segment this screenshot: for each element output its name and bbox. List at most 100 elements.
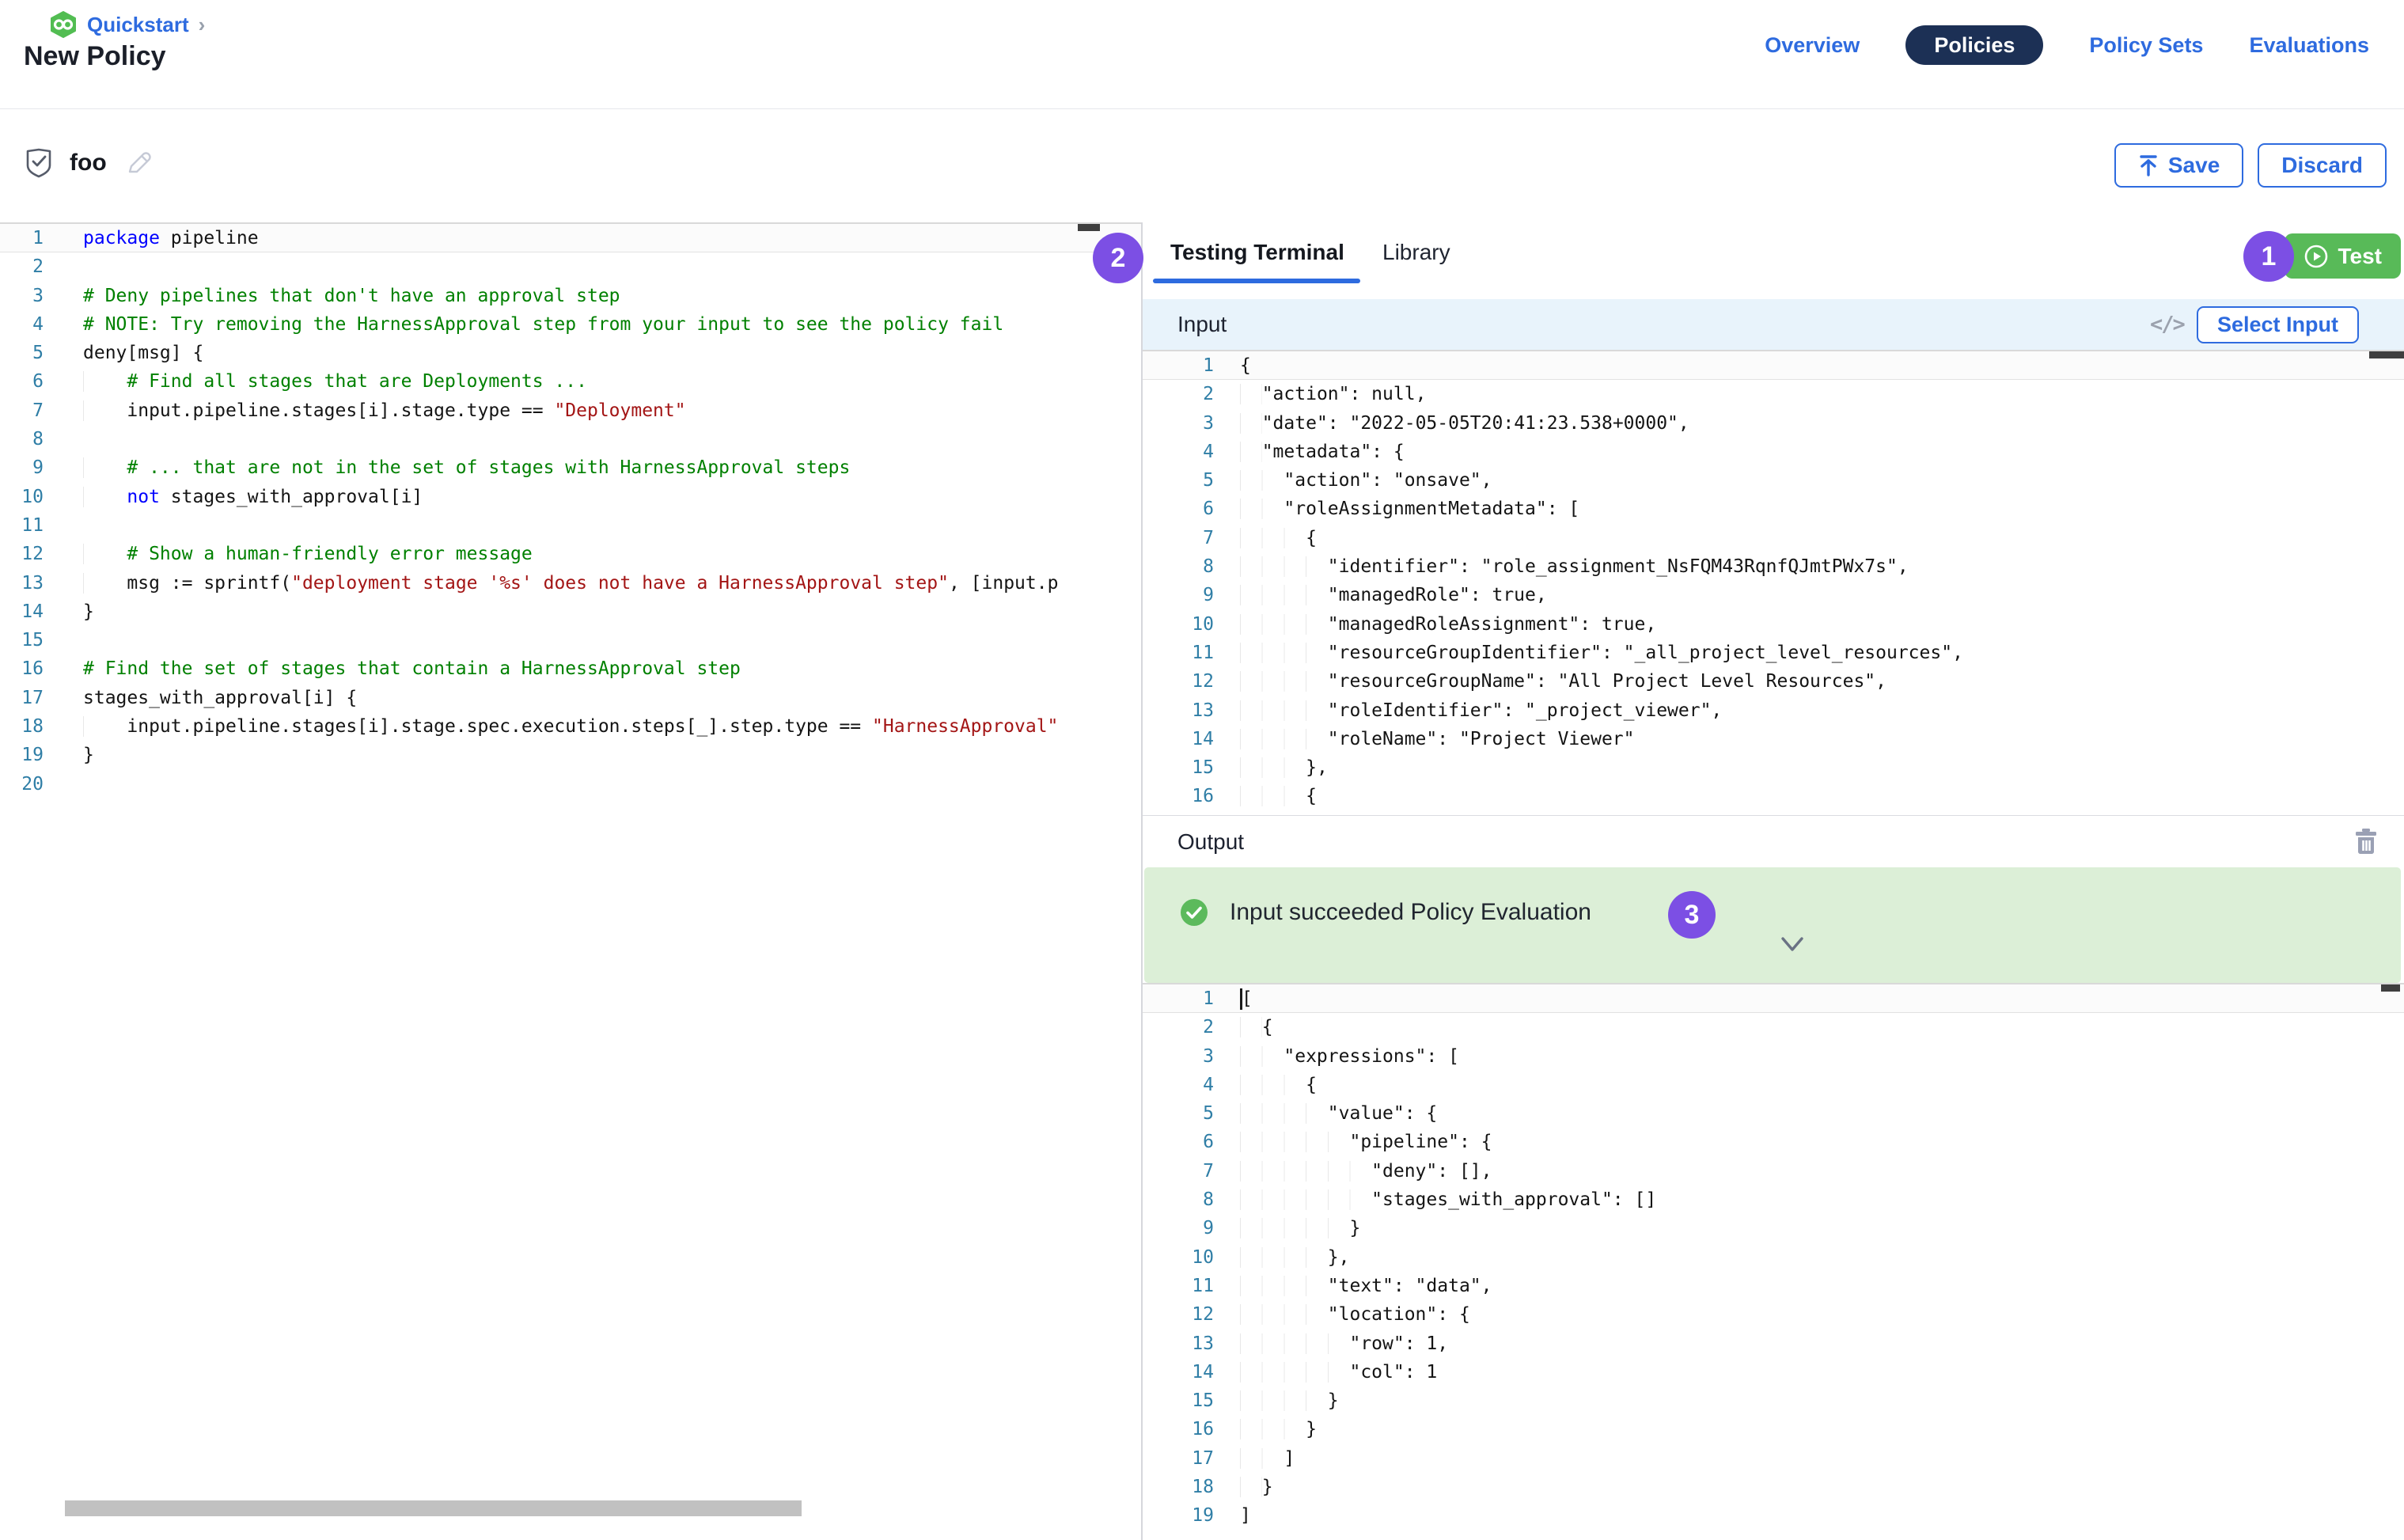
line-number: 4	[0, 310, 44, 339]
code-line[interactable]: 12 "resourceGroupName": "All Project Lev…	[1143, 667, 2404, 696]
code-line[interactable]: 1[	[1143, 984, 2404, 1013]
code-line[interactable]: 9 }	[1143, 1214, 2404, 1242]
code-line[interactable]: 8 "identifier": "role_assignment_NsFQM43…	[1143, 552, 2404, 581]
code-line[interactable]: 18 input.pipeline.stages[i].stage.spec.e…	[0, 712, 1141, 741]
code-line[interactable]: 6 "roleAssignmentMetadata": [	[1143, 495, 2404, 523]
code-line[interactable]: 19}	[0, 741, 1141, 769]
code-line[interactable]: 8	[0, 425, 1141, 453]
save-button[interactable]: Save	[2114, 143, 2243, 188]
code-text: },	[1214, 1243, 2404, 1272]
code-line[interactable]: 15 }	[1143, 1386, 2404, 1415]
code-line[interactable]: 7 input.pipeline.stages[i].stage.type ==…	[0, 396, 1141, 425]
discard-button[interactable]: Discard	[2258, 143, 2387, 188]
nav-tab-policies[interactable]: Policies	[1905, 25, 2043, 65]
tab-library[interactable]: Library	[1382, 240, 1450, 265]
code-line[interactable]: 17 ]	[1143, 1444, 2404, 1473]
code-text: }	[1214, 1415, 2404, 1443]
code-line[interactable]: 1{	[1143, 351, 2404, 380]
code-line[interactable]: 10 not stages_with_approval[i]	[0, 483, 1141, 511]
code-line[interactable]: 13 "row": 1,	[1143, 1329, 2404, 1358]
indent-guides	[1240, 1448, 1284, 1469]
line-number: 9	[0, 453, 44, 482]
breadcrumb-link-quickstart[interactable]: Quickstart	[87, 13, 189, 37]
code-text: }	[44, 741, 1141, 769]
output-scrollbar-thumb[interactable]	[2381, 984, 2400, 992]
nav-tab-policy-sets[interactable]: Policy Sets	[2089, 33, 2203, 58]
code-line[interactable]: 5 "value": {	[1143, 1099, 2404, 1128]
test-button[interactable]: Test	[2285, 233, 2402, 279]
banner-message: Input succeeded Policy Evaluation	[1230, 899, 1591, 926]
output-json-editor[interactable]: 1[2 {3 "expressions": [4 {5 "value": {6 …	[1143, 983, 2404, 1540]
code-line[interactable]: 11 "text": "data",	[1143, 1272, 2404, 1300]
collapse-banner-button[interactable]	[1778, 935, 1807, 957]
code-line[interactable]: 10 },	[1143, 1243, 2404, 1272]
code-line[interactable]: 5 "action": "onsave",	[1143, 466, 2404, 495]
code-line[interactable]: 11 "resourceGroupIdentifier": "_all_proj…	[1143, 639, 2404, 667]
code-line[interactable]: 6 "pipeline": {	[1143, 1128, 2404, 1156]
indent-guides	[1240, 1247, 1328, 1268]
code-line[interactable]: 14 "roleName": "Project Viewer"	[1143, 725, 2404, 753]
code-line[interactable]: 3 "expressions": [	[1143, 1042, 2404, 1071]
code-text: {	[1214, 1013, 2404, 1041]
code-line[interactable]: 3 "date": "2022-05-05T20:41:23.538+0000"…	[1143, 409, 2404, 438]
line-number: 14	[1143, 725, 1214, 753]
code-text: # NOTE: Try removing the HarnessApproval…	[44, 310, 1141, 339]
line-number: 6	[1143, 495, 1214, 523]
code-line[interactable]: 12 # Show a human-friendly error message	[0, 540, 1141, 568]
check-circle-icon	[1180, 898, 1208, 927]
code-line[interactable]: 16 }	[1143, 1415, 2404, 1443]
input-scrollbar-thumb[interactable]	[2369, 351, 2404, 358]
nav-tab-evaluations[interactable]: Evaluations	[2249, 33, 2369, 58]
code-line[interactable]: 8 "stages_with_approval": []	[1143, 1185, 2404, 1214]
code-line[interactable]: 4 "metadata": {	[1143, 438, 2404, 466]
indent-guides	[1240, 585, 1328, 605]
code-line[interactable]: 1package pipeline	[0, 224, 1141, 252]
code-line[interactable]: 10 "managedRoleAssignment": true,	[1143, 610, 2404, 639]
code-text: {	[1214, 1071, 2404, 1099]
horizontal-scrollbar-thumb[interactable]	[65, 1500, 802, 1516]
code-line[interactable]: 14 "col": 1	[1143, 1358, 2404, 1386]
code-line[interactable]: 14}	[0, 597, 1141, 626]
code-line[interactable]: 9 "managedRole": true,	[1143, 581, 2404, 609]
code-line[interactable]: 6 # Find all stages that are Deployments…	[0, 367, 1141, 396]
tab-testing-terminal[interactable]: Testing Terminal	[1170, 240, 1344, 265]
code-text	[44, 511, 1141, 540]
code-line[interactable]: 15	[0, 626, 1141, 654]
input-json-editor[interactable]: 1{2 "action": null,3 "date": "2022-05-05…	[1143, 350, 2404, 815]
policy-code-editor[interactable]: 1package pipeline23# Deny pipelines that…	[0, 222, 1141, 1540]
code-line[interactable]: 2 {	[1143, 1013, 2404, 1041]
code-line[interactable]: 7 "deny": [],	[1143, 1157, 2404, 1185]
code-line[interactable]: 11	[0, 511, 1141, 540]
code-line[interactable]: 13 msg := sprintf("deployment stage '%s'…	[0, 569, 1141, 597]
code-line[interactable]: 13 "roleIdentifier": "_project_viewer",	[1143, 696, 2404, 725]
select-input-button[interactable]: Select Input	[2197, 306, 2359, 343]
line-number: 1	[1143, 984, 1214, 1013]
clear-output-button[interactable]	[2354, 828, 2378, 855]
nav-tab-overview[interactable]: Overview	[1765, 33, 1860, 58]
code-text: "roleIdentifier": "_project_viewer",	[1214, 696, 2404, 725]
line-number: 19	[0, 741, 44, 769]
code-text: "resourceGroupIdentifier": "_all_project…	[1214, 639, 2404, 667]
code-line[interactable]: 2	[0, 252, 1141, 281]
code-line[interactable]: 20	[0, 770, 1141, 798]
code-line[interactable]: 3# Deny pipelines that don't have an app…	[0, 282, 1141, 310]
edit-pencil-icon[interactable]	[124, 149, 153, 177]
code-line[interactable]: 4 {	[1143, 1071, 2404, 1099]
code-line[interactable]: 15 },	[1143, 753, 2404, 782]
code-line[interactable]: 16# Find the set of stages that contain …	[0, 654, 1141, 683]
code-line[interactable]: 18 }	[1143, 1473, 2404, 1501]
code-line[interactable]: 17stages_with_approval[i] {	[0, 684, 1141, 712]
code-line[interactable]: 9 # ... that are not in the set of stage…	[0, 453, 1141, 482]
code-line[interactable]: 12 "location": {	[1143, 1300, 2404, 1329]
code-line[interactable]: 7 {	[1143, 524, 2404, 552]
code-text: # Find the set of stages that contain a …	[44, 654, 1141, 683]
code-brackets-icon[interactable]: </>	[2150, 313, 2184, 337]
code-line[interactable]: 2 "action": null,	[1143, 380, 2404, 408]
line-number: 4	[1143, 438, 1214, 466]
code-line[interactable]: 4# NOTE: Try removing the HarnessApprova…	[0, 310, 1141, 339]
code-text: "managedRole": true,	[1214, 581, 2404, 609]
code-line[interactable]: 5deny[msg] {	[0, 339, 1141, 367]
editor-scrollbar-thumb[interactable]	[1078, 224, 1100, 231]
code-line[interactable]: 19]	[1143, 1501, 2404, 1530]
code-line[interactable]: 16 {	[1143, 782, 2404, 810]
